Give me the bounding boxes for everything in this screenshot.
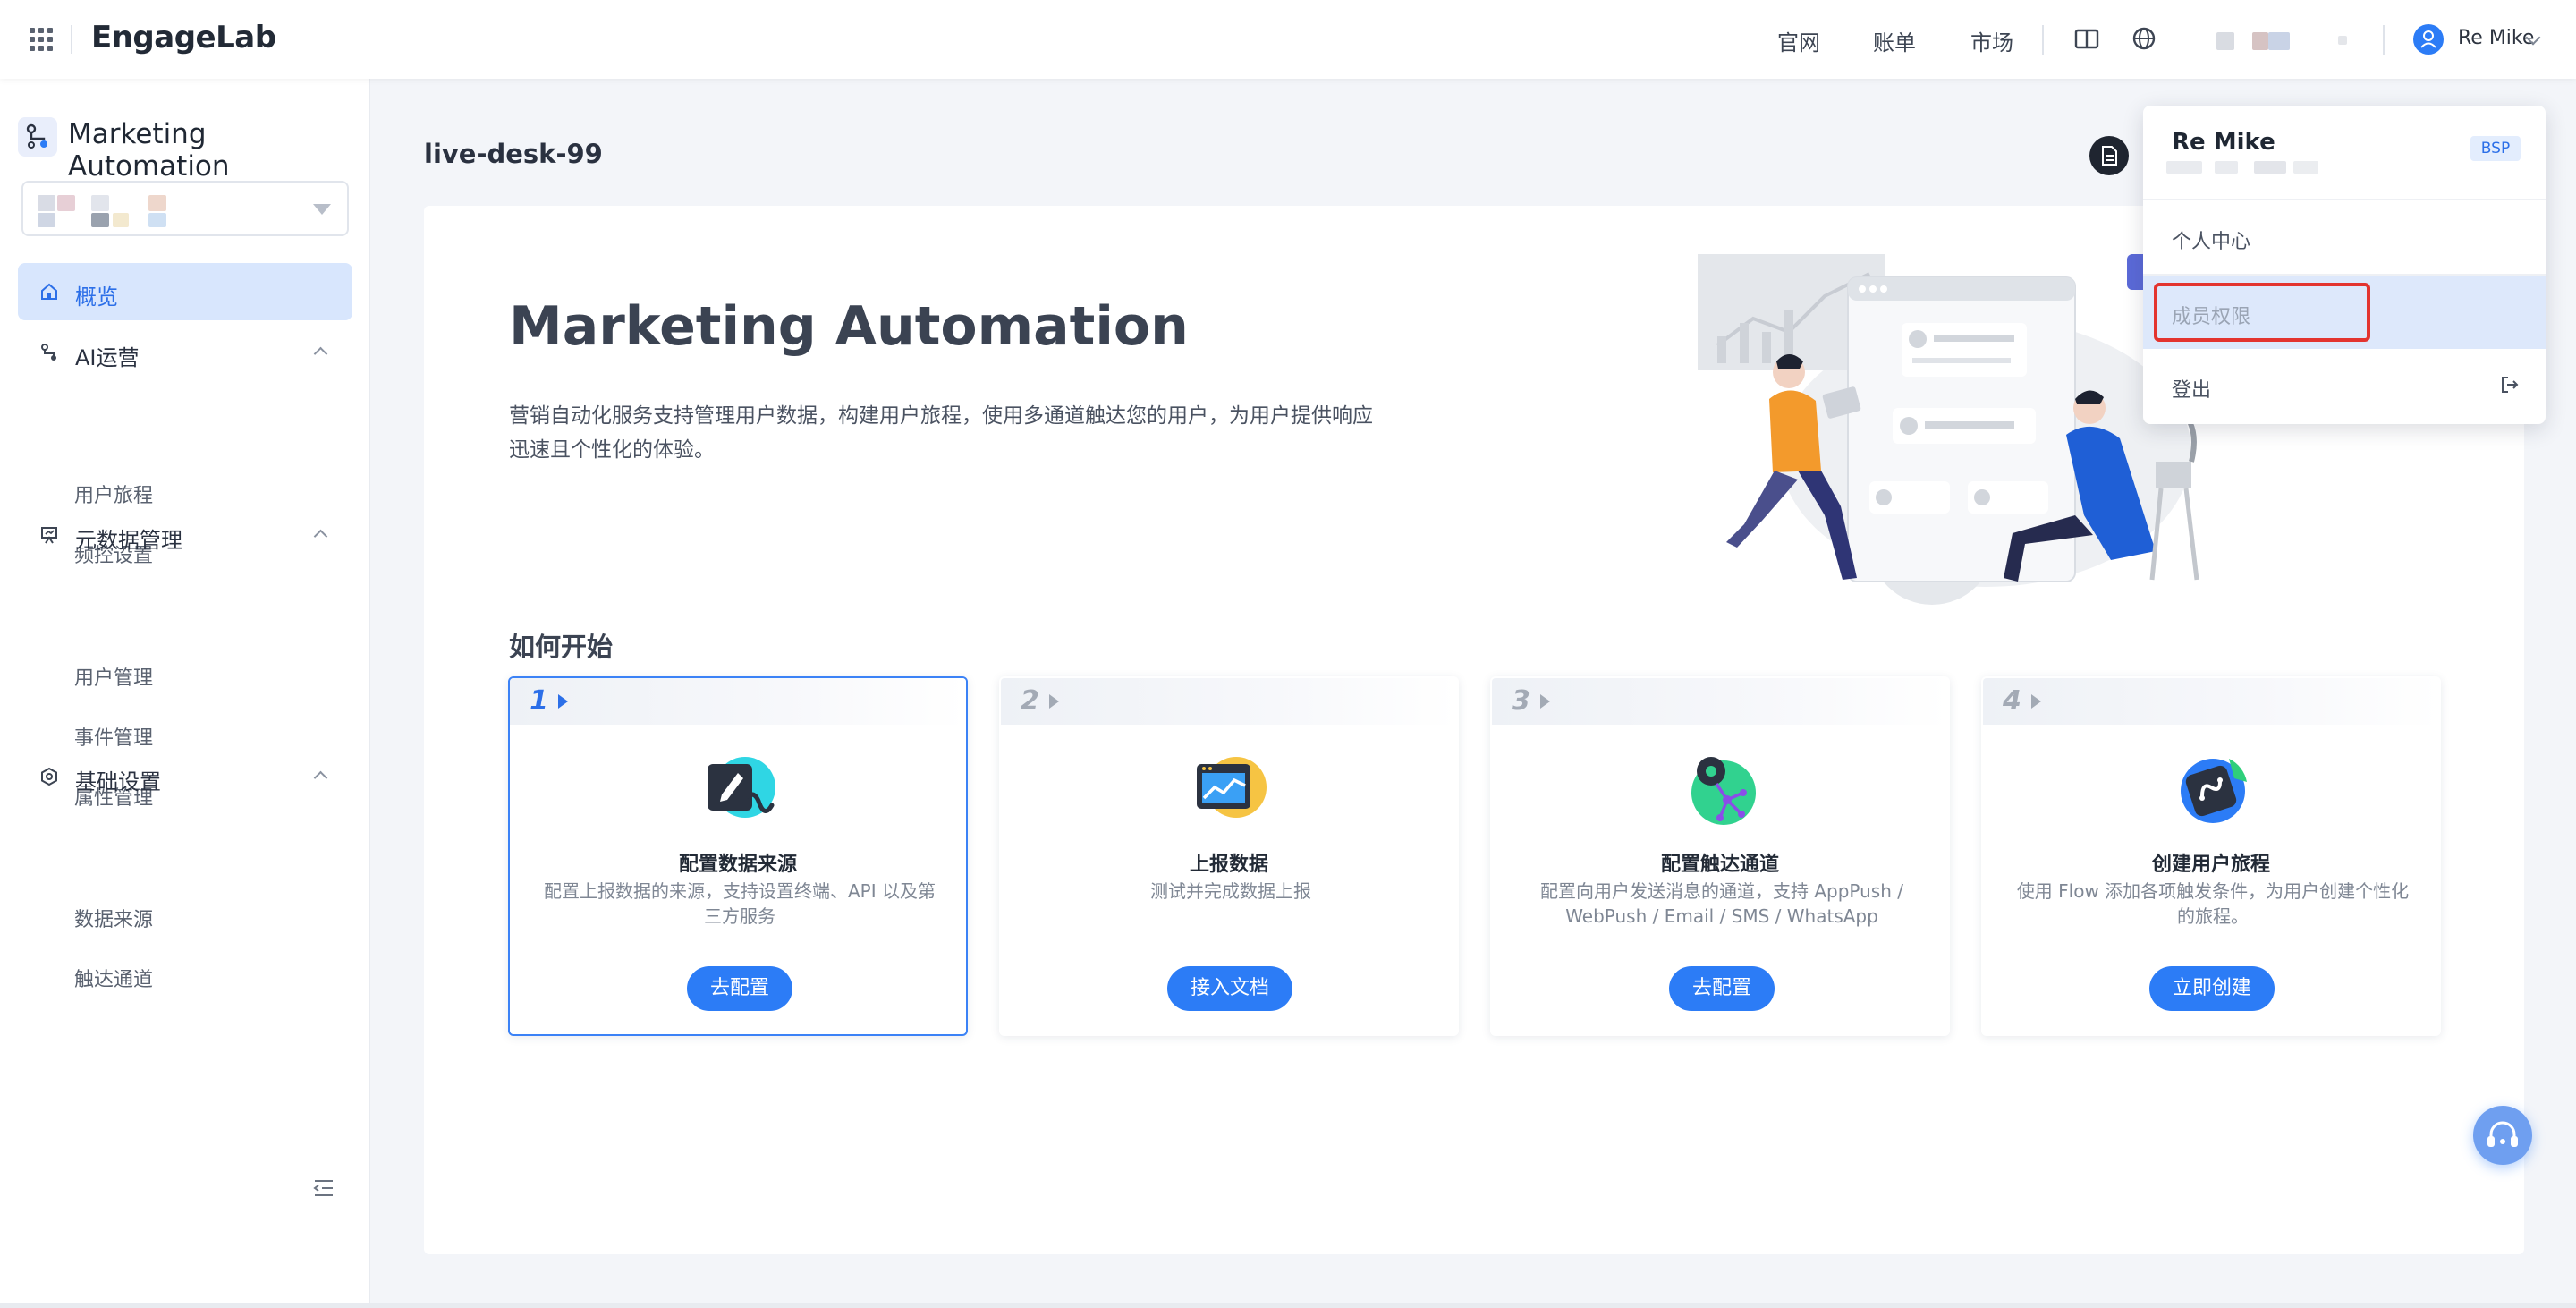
sidebar-item-basic-settings[interactable]: 基础设置 [18, 748, 352, 805]
divider [71, 25, 72, 54]
divider [2383, 25, 2385, 55]
blurred-info [2254, 161, 2286, 174]
configure-button[interactable]: 去配置 [1669, 966, 1775, 1011]
chevron-up-icon [313, 346, 328, 361]
menu-item-logout[interactable]: 登出 [2143, 349, 2546, 422]
sidebar-item-metadata[interactable]: 元数据管理 [18, 506, 352, 564]
sidebar-subitem-user-journey[interactable]: 用户旅程 [74, 480, 153, 508]
blurred-info [2166, 161, 2202, 174]
play-icon [2031, 694, 2041, 709]
headset-icon [2487, 1121, 2518, 1147]
blurred-info [2215, 161, 2238, 174]
sidebar-item-label: AI运营 [75, 345, 140, 370]
logout-icon [2502, 377, 2519, 393]
automation-app-icon [18, 117, 57, 157]
report-chart-icon [1197, 757, 1267, 818]
step-title: 上报数据 [1189, 854, 1268, 876]
step-number: 2 [1021, 685, 1039, 717]
project-name: live-desk-99 [424, 139, 603, 169]
blurred-info [2268, 32, 2290, 50]
nav-link-official-site[interactable]: 官网 [1777, 25, 1820, 56]
sidebar-item-ai-ops[interactable]: AI运营 [18, 324, 352, 381]
settings-icon [41, 767, 57, 786]
sidebar-subitem-event-management[interactable]: 事件管理 [74, 722, 153, 751]
chevron-up-icon [313, 529, 328, 544]
step-title: 创建用户旅程 [2151, 854, 2270, 876]
user-name[interactable]: Re Mike [2458, 27, 2534, 49]
sidebar-subitem-user-management[interactable]: 用户管理 [74, 662, 153, 691]
sidebar-item-label: 基础设置 [75, 769, 161, 794]
sidebar-subitem-delivery-channel[interactable]: 触达通道 [74, 964, 153, 992]
blurred-info [2252, 32, 2268, 50]
highlight-annotation-box [2154, 283, 2370, 342]
home-icon [41, 283, 57, 300]
edit-data-source-icon [708, 757, 775, 818]
step-title: 配置触达通道 [1660, 854, 1779, 876]
menu-item-label: 个人中心 [2172, 231, 2251, 253]
sidebar-item-label: 元数据管理 [75, 528, 182, 553]
user-icon [2420, 30, 2436, 48]
document-button[interactable] [2089, 136, 2129, 175]
blurred-info [2293, 161, 2318, 174]
project-selector[interactable] [21, 181, 349, 236]
blurred-info [2338, 36, 2347, 45]
hero-title: Marketing Automation [509, 295, 1189, 358]
book-icon[interactable] [2073, 25, 2100, 52]
create-now-button[interactable]: 立即创建 [2149, 966, 2275, 1011]
logo[interactable]: EngageLab [91, 20, 276, 55]
user-avatar[interactable] [2413, 24, 2444, 55]
nav-link-market[interactable]: 市场 [1970, 25, 2013, 56]
step-number: 3 [1512, 685, 1530, 717]
step-card-report-data[interactable]: 2 上报数据 测试并完成数据上报 接入文档 [999, 676, 1459, 1036]
step-description: 使用 Flow 添加各项触发条件，为用户创建个性化的旅程。 [2016, 880, 2410, 927]
play-icon [1540, 694, 1550, 709]
step-header [510, 678, 966, 725]
configure-button[interactable]: 去配置 [687, 966, 792, 1011]
collapse-sidebar-icon[interactable] [313, 1178, 335, 1198]
integration-docs-button[interactable]: 接入文档 [1167, 966, 1292, 1011]
hero-description: 营销自动化服务支持管理用户数据，构建用户旅程，使用多通道触达您的用户，为用户提供… [509, 404, 1373, 462]
channel-network-icon [1691, 757, 1756, 825]
dropdown-user-name: Re Mike [2172, 129, 2275, 156]
menu-item-personal-center[interactable]: 个人中心 [2143, 200, 2546, 274]
play-icon [558, 694, 568, 709]
how-to-start-title: 如何开始 [509, 632, 614, 662]
step-header [1001, 678, 1457, 725]
step-number: 1 [530, 685, 548, 717]
step-card-create-journey[interactable]: 4 创建用户旅程 使用 Flow 添加各项触发条件，为用户创建个性化的旅程。 立… [1981, 676, 2441, 1036]
flow-icon [41, 344, 56, 361]
menu-item-label: 登出 [2172, 379, 2212, 402]
presentation-icon [41, 527, 57, 544]
sidebar-item-label: 概览 [75, 285, 118, 310]
step-description: 配置向用户发送消息的通道，支持 AppPush / WebPush / Emai… [1539, 880, 1903, 927]
play-icon [1049, 694, 1059, 709]
step-description: 配置上报数据的来源，支持设置终端、API 以及第三方服务 [544, 880, 936, 927]
chevron-down-icon [313, 204, 331, 215]
bottom-scrollbar[interactable] [0, 1303, 2576, 1308]
sidebar-subitem-data-source[interactable]: 数据来源 [74, 904, 153, 932]
app-title: Marketing Automation [68, 118, 230, 183]
step-header [1983, 678, 2439, 725]
bsp-badge: BSP [2470, 136, 2521, 161]
user-dropdown-menu: Re Mike BSP 个人中心 成员权限 登出 [2143, 106, 2546, 424]
sidebar: Marketing Automation 概览 AI运营 用户旅程 频控设置 元… [0, 79, 370, 1308]
step-card-configure-data-source[interactable]: 1 配置数据来源 配置上报数据的来源，支持设置终端、API 以及第三方服务 去配… [508, 676, 968, 1036]
journey-flow-icon [2181, 759, 2247, 823]
chevron-up-icon [313, 770, 328, 786]
app-grid-icon[interactable] [30, 28, 53, 51]
blurred-info [2216, 32, 2234, 50]
step-title: 配置数据来源 [678, 854, 797, 876]
divider [2042, 25, 2044, 55]
document-icon [2102, 146, 2117, 166]
step-number: 4 [2003, 685, 2021, 717]
nav-link-billing[interactable]: 账单 [1873, 25, 1916, 56]
globe-icon[interactable] [2131, 25, 2157, 52]
step-description: 测试并完成数据上报 [1150, 880, 1311, 902]
step-header [1492, 678, 1948, 725]
sidebar-item-overview[interactable]: 概览 [18, 263, 352, 320]
customer-service-button[interactable] [2473, 1106, 2532, 1165]
top-bar: EngageLab 官网 账单 市场 Re Mike [0, 0, 2576, 79]
step-card-configure-channel[interactable]: 3 配置触达通道 配置向用户发送消息的通道，支持 AppPush / WebPu… [1490, 676, 1950, 1036]
